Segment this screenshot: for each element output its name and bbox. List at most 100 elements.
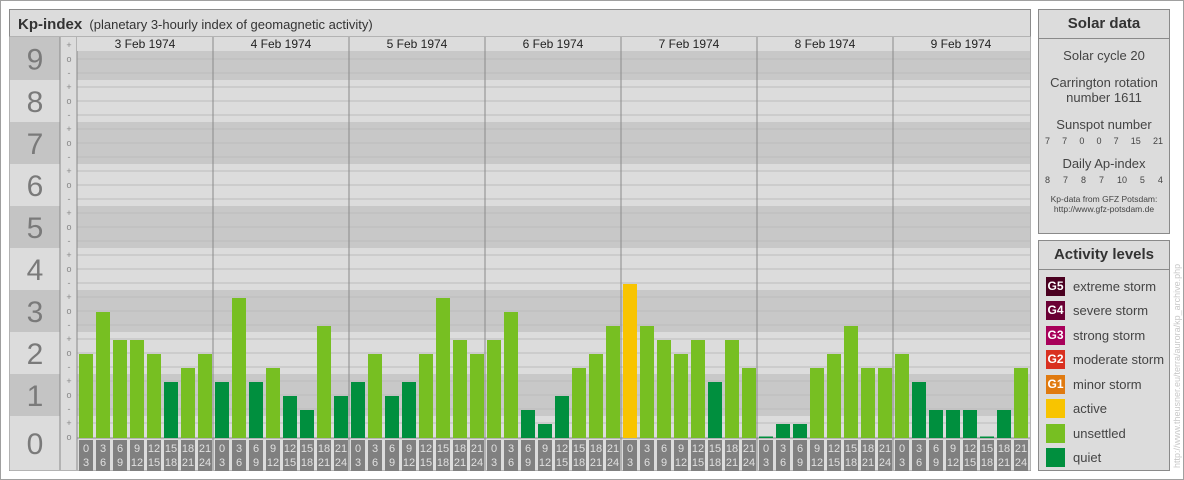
interval-label: 18 (998, 443, 1010, 455)
interval-label: 9 (389, 457, 395, 469)
kp-bar (929, 410, 943, 438)
ap-value: 10 (1116, 175, 1127, 185)
kp-bar (742, 368, 756, 438)
interval-label: 18 (981, 457, 993, 469)
kp-bar (283, 396, 297, 438)
interval-label: 15 (148, 457, 160, 469)
interval-label: 9 (797, 457, 803, 469)
interval-label: 18 (845, 457, 857, 469)
interval-label: 12 (692, 443, 704, 455)
y-tick-label: 5 (27, 212, 44, 245)
interval-label: 12 (148, 443, 160, 455)
kp-bar (861, 368, 875, 438)
kp-bar (453, 340, 467, 438)
carrington-label: Carrington rotation (1050, 75, 1158, 90)
sub-tick-label: o (66, 264, 71, 274)
interval-label: 21 (607, 443, 619, 455)
kp-bar (164, 382, 178, 438)
legend-label: severe storm (1073, 303, 1149, 319)
sub-tick-label: o (66, 54, 71, 64)
kp-bar (334, 396, 348, 438)
kp-bar (963, 410, 977, 438)
interval-label: 3 (508, 443, 514, 455)
kp-bar (198, 354, 212, 438)
interval-label: 12 (947, 457, 959, 469)
sunspot-label: Sunspot number (1056, 117, 1152, 132)
interval-label: 12 (811, 457, 823, 469)
kp-bar (181, 368, 195, 438)
kp-bar (555, 396, 569, 438)
sub-tick-label: + (66, 124, 71, 134)
source-link[interactable]: http://www.gfz-potsdam.de (1039, 204, 1169, 214)
interval-label: 3 (100, 443, 106, 455)
legend-item-active: active (1039, 397, 1169, 422)
interval-label: 3 (763, 457, 769, 469)
sub-tick-label: + (66, 208, 71, 218)
sub-tick-label: - (68, 320, 71, 330)
kp-bar (708, 382, 722, 438)
kp-bar (912, 382, 926, 438)
interval-label: 9 (950, 443, 956, 455)
kp-bar (470, 354, 484, 438)
kp-bar (521, 410, 535, 438)
interval-label: 18 (726, 443, 738, 455)
y-tick-label: 0 (27, 428, 44, 461)
legend-label: moderate storm (1073, 352, 1165, 368)
interval-label: 3 (219, 457, 225, 469)
interval-label: 3 (491, 457, 497, 469)
kp-bar (300, 410, 314, 438)
interval-label: 24 (199, 457, 211, 469)
sub-tick-label: o (66, 180, 71, 190)
interval-label: 0 (491, 443, 497, 455)
kp-bar (623, 284, 637, 438)
interval-label: 9 (406, 443, 412, 455)
ap-value: 8 (1080, 175, 1086, 185)
legend-swatch: G4 (1046, 301, 1065, 321)
legend-item-severe-storm: G4 severe storm (1039, 299, 1169, 324)
sub-tick-label: o (66, 390, 71, 400)
interval-label: 6 (661, 443, 667, 455)
sub-tick-label: - (68, 110, 71, 120)
interval-label: 0 (899, 443, 905, 455)
interval-label: 12 (267, 457, 279, 469)
legend-label: unsettled (1073, 425, 1126, 441)
carrington-number: number 1611 (1066, 90, 1142, 105)
interval-label: 18 (590, 443, 602, 455)
interval-label: 21 (335, 443, 347, 455)
day-label: 8 Feb 1974 (795, 37, 856, 51)
day-label: 9 Feb 1974 (931, 37, 992, 51)
legend-list: G5 extreme storm G4 severe storm G3 strong st… (1039, 270, 1169, 470)
interval-label: 6 (644, 457, 650, 469)
interval-label: 9 (542, 443, 548, 455)
sunspot-value: 7 (1062, 136, 1068, 146)
interval-label: 6 (797, 443, 803, 455)
day-label: 6 Feb 1974 (523, 37, 584, 51)
legend-swatch: G2 (1046, 350, 1065, 370)
legend-item-unsettled: unsettled (1039, 421, 1169, 446)
kp-bar (385, 396, 399, 438)
legend-label: active (1073, 401, 1107, 417)
sub-tick-label: - (68, 152, 71, 162)
interval-label: 3 (780, 443, 786, 455)
interval-label: 0 (219, 443, 225, 455)
interval-label: 24 (1015, 457, 1027, 469)
interval-label: 3 (236, 443, 242, 455)
interval-label: 21 (743, 443, 755, 455)
kp-bar (215, 382, 229, 438)
interval-label: 12 (403, 457, 415, 469)
activity-levels-panel: Activity levels G5 extreme storm G4 severe … (1038, 240, 1170, 471)
interval-label: 21 (998, 457, 1010, 469)
interval-label: 6 (117, 443, 123, 455)
sub-tick-label: o (66, 432, 71, 442)
interval-label: 9 (678, 443, 684, 455)
interval-label: 9 (270, 443, 276, 455)
interval-label: 12 (420, 443, 432, 455)
kp-bar (79, 354, 93, 438)
ap-value: 5 (1139, 175, 1145, 185)
interval-label: 21 (879, 443, 891, 455)
interval-label: 6 (933, 443, 939, 455)
legend-swatch (1046, 423, 1065, 443)
legend-label: strong storm (1073, 327, 1146, 343)
interval-label: 6 (253, 443, 259, 455)
interval-label: 15 (692, 457, 704, 469)
